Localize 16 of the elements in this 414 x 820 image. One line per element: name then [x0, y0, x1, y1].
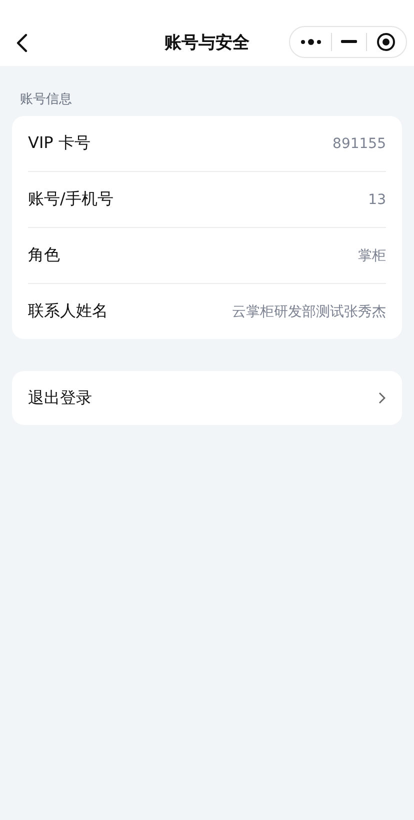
more-icon[interactable]	[300, 38, 322, 46]
section-title: 账号信息	[19, 91, 73, 109]
row-label: 联系人姓名	[28, 301, 108, 322]
row-value: 掌柜	[358, 246, 386, 264]
page-title: 账号与安全	[164, 32, 250, 54]
chevron-icon	[378, 392, 386, 404]
row-label: 角色	[28, 245, 60, 266]
row-label: VIP 卡号	[28, 133, 90, 154]
logout-button[interactable]: 退出登录	[12, 371, 402, 425]
row-value: 13	[368, 192, 386, 208]
minimize-icon[interactable]	[340, 40, 357, 44]
row-value: 云掌柜研发部测试张秀杰	[232, 302, 386, 320]
row-value: 891155	[332, 136, 386, 152]
close-icon[interactable]	[376, 32, 396, 52]
back-icon[interactable]	[16, 33, 28, 53]
row-label: 账号/手机号	[28, 189, 114, 210]
